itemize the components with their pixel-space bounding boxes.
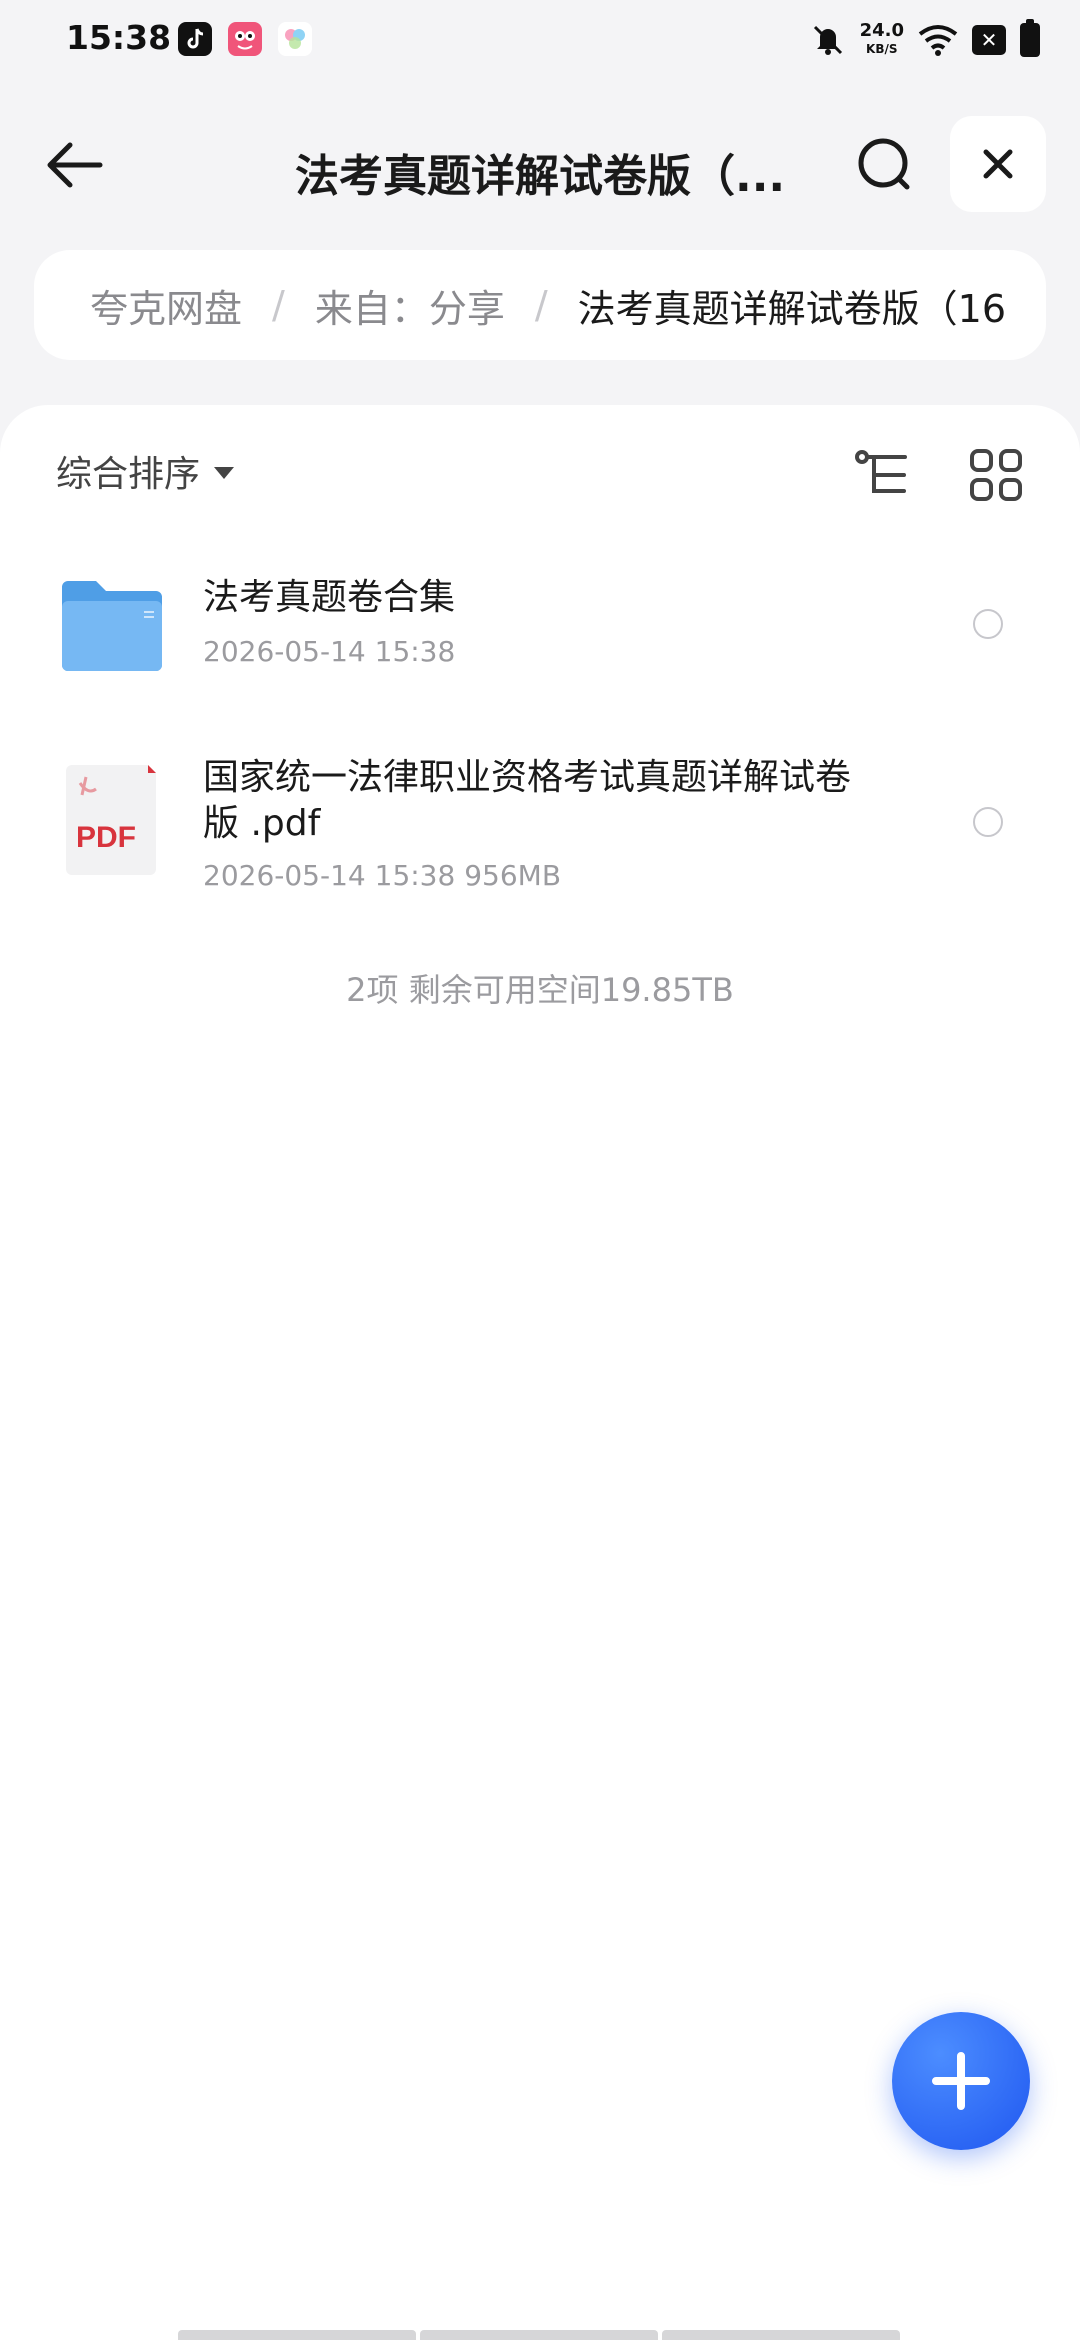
status-time: 15:38: [66, 18, 172, 57]
search-button[interactable]: [850, 130, 920, 200]
folder-icon: [60, 577, 164, 673]
search-icon: [858, 138, 910, 190]
select-radio[interactable]: [973, 609, 1003, 639]
battery-icon: [1020, 19, 1040, 57]
file-name: 法考真题卷合集: [203, 577, 456, 618]
close-box-icon: ✕: [972, 25, 1006, 55]
tiktok-icon: [178, 22, 212, 56]
net-speed-unit: KB/S: [866, 42, 898, 56]
file-name: 国家统一法律职业资格考试真题详解试卷版 .pdf: [203, 757, 852, 844]
file-meta: 2026-05-14 15:38 956MB: [203, 859, 562, 892]
sort-label: 综合排序: [56, 454, 201, 495]
net-speed: 24.0 KB/S: [860, 22, 904, 58]
pdf-label: PDF: [76, 821, 136, 854]
nav-segment: [178, 2330, 416, 2340]
status-bar: 15:38 24.0 KB/S ✕: [0, 0, 1080, 80]
mute-icon: [813, 25, 842, 55]
wifi-icon: [918, 25, 958, 56]
status-right: 24.0 KB/S ✕: [810, 18, 1040, 62]
breadcrumb-item-share[interactable]: 来自：分享: [315, 278, 505, 333]
add-button[interactable]: [892, 2012, 1030, 2150]
tree-icon: [855, 450, 907, 493]
app-icon: [228, 22, 262, 56]
sort-dropdown[interactable]: 综合排序: [56, 445, 235, 497]
storage-summary: 2项 剩余可用空间19.85TB: [346, 971, 734, 1009]
back-button[interactable]: [40, 130, 110, 200]
caret-down-icon: [214, 467, 235, 479]
page-title: 法考真题详解试卷版（...: [295, 151, 785, 202]
arrow-left-icon: [47, 142, 103, 188]
nav-segment: [420, 2330, 658, 2340]
close-icon: [983, 149, 1013, 179]
title-bar: 法考真题详解试卷版（...: [0, 110, 1080, 220]
plus-icon: [932, 2052, 990, 2110]
breadcrumb-item-current: 法考真题详解试卷版（16: [577, 286, 1007, 331]
grid-view-button[interactable]: [966, 445, 1026, 505]
pdf-icon: PDF: [62, 763, 160, 877]
grid-icon: [970, 449, 1022, 501]
app-icon: [278, 22, 312, 56]
select-radio[interactable]: [973, 807, 1003, 837]
list-item-folder[interactable]: 法考真题卷合集 2026-05-14 15:38: [0, 555, 1080, 715]
breadcrumb-item-root[interactable]: 夸克网盘: [90, 278, 242, 333]
nav-segment: [662, 2330, 900, 2340]
breadcrumb-separator: /: [272, 283, 285, 327]
gesture-nav-bar[interactable]: [178, 2330, 900, 2340]
tree-view-button[interactable]: [852, 445, 912, 505]
close-button[interactable]: [950, 116, 1046, 212]
list-item-pdf[interactable]: PDF 国家统一法律职业资格考试真题详解试卷版 .pdf 2026-05-14 …: [0, 745, 1080, 925]
breadcrumb: 夸克网盘 / 来自：分享 / 法考真题详解试卷版（16: [34, 250, 1046, 360]
net-speed-value: 24.0: [859, 20, 904, 41]
breadcrumb-separator: /: [534, 283, 548, 327]
file-meta: 2026-05-14 15:38: [203, 635, 456, 668]
